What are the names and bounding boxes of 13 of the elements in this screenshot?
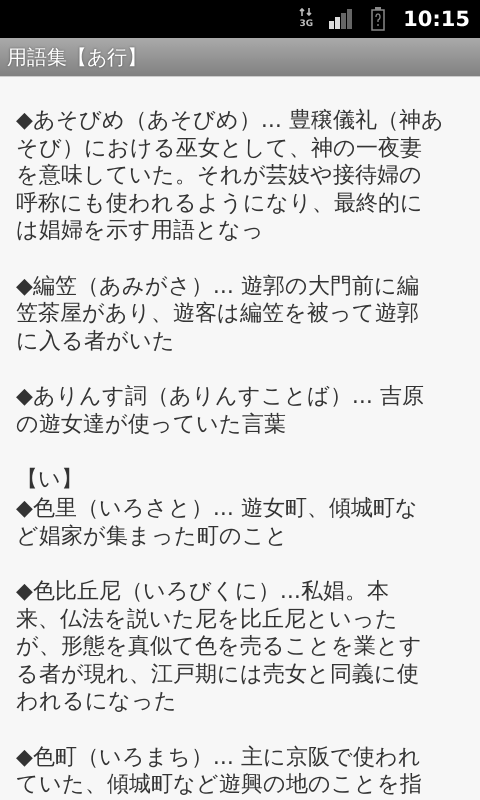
data-arrows-icon: [299, 8, 314, 16]
network-type-label: 3G: [299, 19, 314, 29]
clock-time: 10:15: [403, 7, 470, 31]
section-heading: 【い】: [16, 466, 83, 494]
glossary-entry: ◆ありんす詞（ありんすことば）... 吉原 の遊女達が使っていた言葉: [16, 382, 424, 438]
glossary-entry: ◆色比丘尼（いろびくに）...私娼。本 来、仏法を説いた尼を比丘尼といった が、形態を真似て色を売ることを業とす る者が現れ、江戸期には売女と同義に使 われるになった: [16, 578, 422, 716]
battery-unknown-icon: [371, 7, 386, 31]
glossary-entry: ◆あそびめ（あそびめ）... 豊穣儀礼（神あ そび）における巫女として、神の一夜妻 を意味していた。それが芸妓や接待婦の 呼称にも使われるようになり、最終的に は娼婦を示す用語となっ: [16, 107, 444, 245]
glossary-entry: ◆色里（いろさと）... 遊女町、傾城町な ど娼家が集まった町のこと: [16, 495, 418, 550]
signal-icon: [329, 9, 354, 29]
glossary-entry: ◆色町（いろまち）... 主に京阪で使われ ていた、傾城町など遊興の地のことを指: [16, 744, 422, 799]
glossary-entry: ◆編笠（あみがさ）... 遊郭の大門前に編 笠茶屋があり、遊客は編笠を被って遊郭 に入る者がいた: [16, 272, 419, 356]
screen-title: 用語集【あ行】: [7, 44, 147, 70]
